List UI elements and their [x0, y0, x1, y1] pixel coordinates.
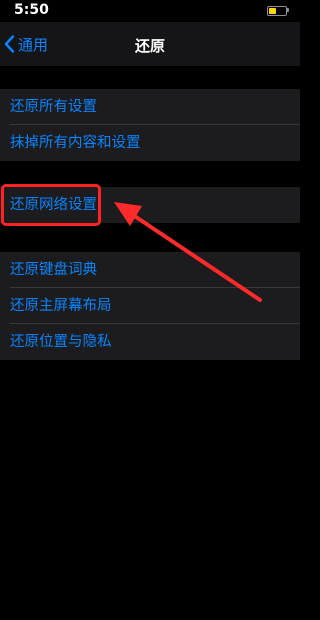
reset-keyboard-dictionary-item[interactable]: 还原键盘词典: [0, 252, 300, 288]
reset-location-privacy-item[interactable]: 还原位置与隐私: [0, 324, 300, 360]
battery-cap: [287, 8, 289, 12]
erase-all-content-item[interactable]: 抹掉所有内容和设置: [0, 125, 300, 161]
settings-group-other-resets: 还原键盘词典 还原主屏幕布局 还原位置与隐私: [0, 252, 300, 360]
settings-group-reset-all: 还原所有设置 抹掉所有内容和设置: [0, 89, 300, 161]
reset-all-settings-item[interactable]: 还原所有设置: [0, 89, 300, 125]
status-bar: 5:50: [0, 0, 300, 22]
navigation-bar: 通用 还原: [0, 22, 300, 66]
battery-icon: [267, 6, 287, 16]
status-time: 5:50: [14, 2, 49, 18]
page-title: 还原: [134, 37, 165, 55]
highlight-box: [1, 184, 101, 226]
reset-home-screen-layout-item[interactable]: 还原主屏幕布局: [0, 288, 300, 324]
